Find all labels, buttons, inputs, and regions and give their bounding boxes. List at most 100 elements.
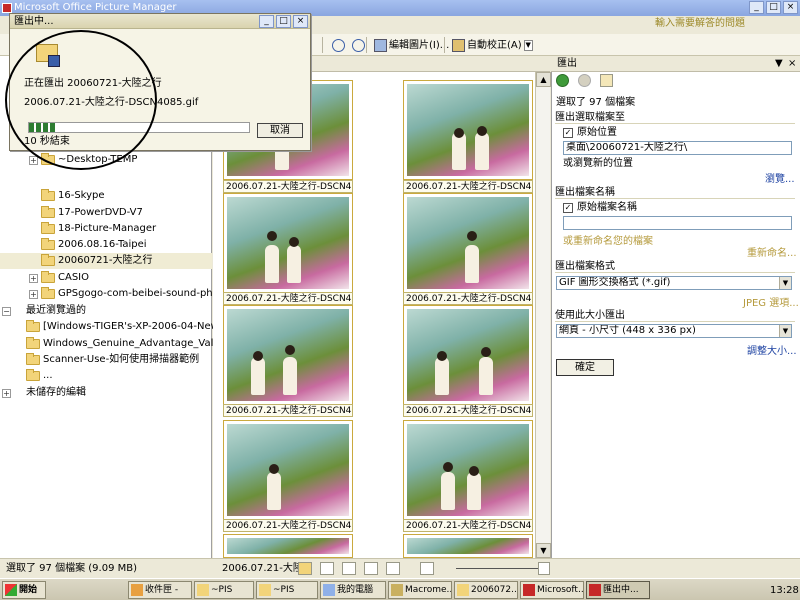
expand-icon[interactable]: + <box>2 389 11 398</box>
recent-item[interactable]: Scanner-Use-如何使用掃描器範例 <box>0 352 212 368</box>
taskbar-button[interactable]: ~PIS <box>194 581 254 599</box>
expand-icon[interactable]: + <box>29 156 38 165</box>
collapse-icon[interactable]: − <box>2 307 11 316</box>
export-icon[interactable] <box>386 562 400 575</box>
original-name-checkbox[interactable]: ✓ <box>563 203 573 213</box>
thumbnail[interactable] <box>403 193 533 293</box>
unsaved-edits-item[interactable]: + 未儲存的編輯 <box>0 385 212 401</box>
tree-item-label: CASIO <box>58 272 89 283</box>
recent-item[interactable]: Windows_Genuine_Advantage_Validation_To <box>0 336 263 352</box>
edit-pictures-button[interactable]: 編輯圖片(I)... <box>370 36 453 54</box>
new-name-field[interactable] <box>563 216 792 230</box>
thumbnail[interactable] <box>403 420 533 520</box>
close-button[interactable]: × <box>293 15 308 28</box>
thumbnail[interactable] <box>403 305 533 405</box>
autofix-button[interactable]: 自動校正(A) ▼ <box>448 36 537 54</box>
selected-count: 選取了 97 個檔案 <box>556 97 636 108</box>
toolbar-separator <box>444 37 445 53</box>
back-icon[interactable] <box>556 74 569 87</box>
taskbar-label: 2006072... <box>471 585 518 595</box>
thumbnail-caption: 2006.07.21-大陸之行-DSCN406 <box>403 180 533 193</box>
scroll-up-icon[interactable]: ▲ <box>536 72 551 87</box>
recent-item[interactable]: ... <box>0 368 212 384</box>
close-button[interactable]: × <box>783 1 798 14</box>
rename-link[interactable]: 重新命名... <box>747 244 797 259</box>
start-button[interactable]: 開始 <box>2 581 46 599</box>
pane-menu-icon[interactable]: ▼ <box>775 57 783 70</box>
resize-link[interactable]: 調整大小... <box>747 342 797 357</box>
toolbar-separator <box>366 37 367 53</box>
tree-item[interactable]: 18-Picture-Manager <box>0 221 212 237</box>
thumbnail[interactable] <box>223 534 353 558</box>
thumbnail[interactable] <box>403 534 533 558</box>
tree-item[interactable]: + ~Desktop-TEMP <box>0 152 212 168</box>
status-view-caption: 2006.07.21-大陸 <box>222 563 303 574</box>
single-view-icon[interactable] <box>342 562 356 575</box>
tree-item-label: 17-PowerDVD-V7 <box>58 207 143 218</box>
maximize-button[interactable]: □ <box>766 1 781 14</box>
filmstrip-view-icon[interactable] <box>320 562 334 575</box>
taskbar-button[interactable]: Macrome... <box>388 581 452 599</box>
recent-item-label: ... <box>43 370 53 381</box>
thumbnail[interactable] <box>223 193 353 293</box>
ok-button[interactable]: 確定 <box>556 359 614 376</box>
taskbar-button-active[interactable]: 匯出中... <box>586 581 650 599</box>
pane-close-icon[interactable]: × <box>788 57 796 70</box>
scroll-down-icon[interactable]: ▼ <box>536 543 551 558</box>
taskbar-button[interactable]: Microsoft... <box>520 581 584 599</box>
thumbnail[interactable] <box>223 305 353 405</box>
original-location-checkbox[interactable]: ✓ <box>563 128 573 138</box>
chevron-down-icon[interactable]: ▼ <box>523 39 533 51</box>
tree-item[interactable]: + CASIO <box>0 270 212 286</box>
unsaved-edits-label: 未儲存的編輯 <box>26 387 86 398</box>
format-header: 匯出檔案格式 <box>555 260 795 273</box>
thumbnail-view-icon[interactable] <box>298 562 312 575</box>
tree-item[interactable]: + GPSgogo-com-beibei-sound-php <box>0 286 219 302</box>
recent-header[interactable]: − 最近瀏覽過的 <box>0 303 212 319</box>
edit-icon[interactable] <box>364 562 378 575</box>
tree-item-selected[interactable]: 20060721-大陸之行 <box>0 253 212 269</box>
cancel-button[interactable]: 取消 <box>257 123 303 138</box>
rotate-right-button[interactable] <box>348 36 371 54</box>
thumbnail[interactable] <box>403 80 533 180</box>
tree-item-label: 20060721-大陸之行 <box>58 255 153 266</box>
taskbar-button[interactable]: ~PIS <box>256 581 318 599</box>
taskbar-label: 收件匣 - <box>145 585 179 595</box>
dest-path-field[interactable]: 桌面\20060721-大陸之行\ <box>563 141 792 155</box>
tree-item[interactable]: 2006.08.16-Taipei <box>0 237 212 253</box>
clock: 13:28 <box>770 585 799 596</box>
taskbar-button[interactable]: 2006072... <box>454 581 518 599</box>
help-icon[interactable] <box>420 562 434 575</box>
jpeg-options-link[interactable]: JPEG 選項... <box>743 294 799 309</box>
recent-item[interactable]: [Windows-TIGER's-XP-2006-04-New-ISO] <box>0 319 244 335</box>
window-title: Microsoft Office Picture Manager <box>14 2 177 13</box>
maximize-button[interactable]: □ <box>276 15 291 28</box>
size-select[interactable]: 網頁 - 小尺寸 (448 x 336 px) ▼ <box>556 324 792 338</box>
tree-item[interactable]: 16-Skype <box>0 188 212 204</box>
expand-icon[interactable]: + <box>29 290 38 299</box>
thumbnail[interactable] <box>223 420 353 520</box>
recent-header-label: 最近瀏覽過的 <box>26 305 86 316</box>
folder-icon <box>41 287 55 299</box>
help-search-box[interactable]: 輸入需要解答的問題 <box>655 17 800 31</box>
minimize-button[interactable]: _ <box>749 1 764 14</box>
zoom-slider[interactable] <box>456 568 538 569</box>
format-select[interactable]: GIF 圖形交換格式 (*.gif) ▼ <box>556 276 792 290</box>
home-icon[interactable] <box>600 74 613 87</box>
chevron-down-icon[interactable]: ▼ <box>779 277 791 289</box>
thumbnail-scrollbar[interactable]: ▲ ▼ <box>535 72 551 558</box>
expand-icon[interactable]: + <box>29 274 38 283</box>
taskbar-button[interactable]: 我的電腦 <box>320 581 386 599</box>
exporting-file-text: 2006.07.21-大陸之行-DSCN4085.gif <box>24 97 199 108</box>
folder-icon <box>41 222 55 234</box>
folder-icon <box>259 584 271 596</box>
export-progress-fill <box>29 123 56 132</box>
taskbar-button[interactable]: 收件匣 - <box>128 581 192 599</box>
minimize-button[interactable]: _ <box>259 15 274 28</box>
recent-item-label: Scanner-Use-如何使用掃描器範例 <box>43 354 200 365</box>
chevron-down-icon[interactable]: ▼ <box>779 325 791 337</box>
browse-link[interactable]: 瀏覽... <box>765 170 795 185</box>
zoom-in-icon[interactable] <box>538 562 550 575</box>
forward-icon[interactable] <box>578 74 591 87</box>
tree-item[interactable]: 17-PowerDVD-V7 <box>0 205 212 221</box>
